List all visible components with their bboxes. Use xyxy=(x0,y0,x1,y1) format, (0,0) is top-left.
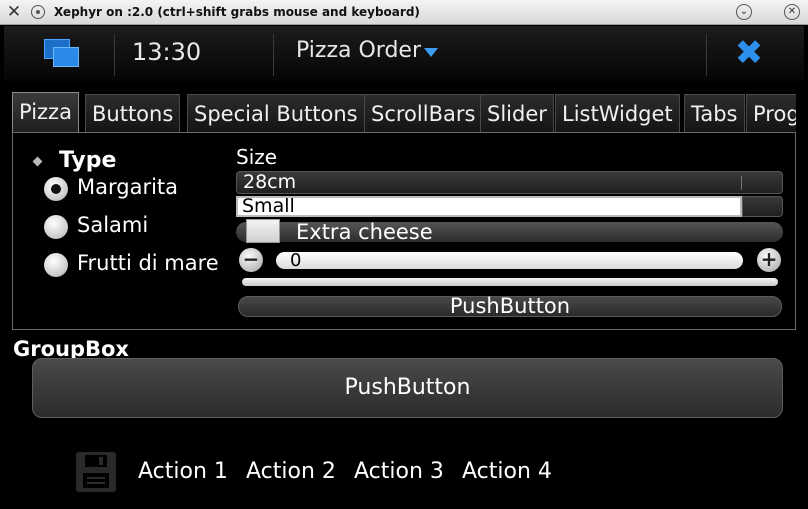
combo-divider xyxy=(741,176,742,190)
save-icon[interactable] xyxy=(76,452,116,492)
menu-dropdown-icon[interactable] xyxy=(424,48,438,57)
clock: 13:30 xyxy=(132,38,202,66)
tab-buttons[interactable]: Buttons xyxy=(85,94,181,132)
tab-tabs[interactable]: Tabs xyxy=(684,94,745,132)
action-4[interactable]: Action 4 xyxy=(462,459,552,484)
window-menu-button[interactable] xyxy=(31,5,45,19)
extra-cheese-label: Extra cheese xyxy=(296,220,433,244)
spin-decrement-button[interactable]: − xyxy=(239,248,263,272)
tab-pizza[interactable]: Pizza xyxy=(12,92,79,133)
extra-cheese-checkbox[interactable] xyxy=(246,219,280,243)
slider-track[interactable] xyxy=(242,278,778,286)
size-combobox[interactable]: 28cm xyxy=(236,171,783,194)
radio-label: Margarita xyxy=(77,175,179,199)
radio-unchecked-icon[interactable] xyxy=(44,253,68,277)
action-1[interactable]: Action 1 xyxy=(138,459,228,484)
radio-checked-icon[interactable] xyxy=(44,177,68,201)
spinbox-field[interactable]: 0 xyxy=(276,252,743,270)
tab-slider[interactable]: Slider xyxy=(480,94,554,132)
tab-prog[interactable]: Prog xyxy=(746,94,796,132)
status-bar: 13:30 Pizza Order ✖ xyxy=(4,26,804,81)
task-switcher-icon[interactable] xyxy=(44,39,80,69)
size-line-edit[interactable]: Small xyxy=(236,196,742,217)
app-title-menu[interactable]: Pizza Order xyxy=(296,38,421,63)
window-close-button[interactable]: ✕ xyxy=(784,4,800,20)
tab-scrollbars[interactable]: ScrollBars xyxy=(364,94,483,132)
line-edit-tail xyxy=(742,196,783,217)
tab-special-buttons[interactable]: Special Buttons xyxy=(187,94,365,132)
radio-label: Frutti di mare xyxy=(77,251,219,275)
size-label: Size xyxy=(236,145,278,169)
radio-unchecked-icon[interactable] xyxy=(44,215,68,239)
tab-bar: Pizza Buttons Special Buttons ScrollBars… xyxy=(12,92,796,133)
size-combobox-value: 28cm xyxy=(243,171,297,193)
action-2[interactable]: Action 2 xyxy=(246,459,336,484)
close-app-icon[interactable]: ✖ xyxy=(732,36,766,70)
push-button-small[interactable]: PushButton xyxy=(238,296,782,317)
x-logo-icon: ✕ xyxy=(6,2,22,22)
status-separator xyxy=(114,34,115,76)
radio-label: Salami xyxy=(77,213,149,237)
tab-listwidget[interactable]: ListWidget xyxy=(555,94,680,132)
action-3[interactable]: Action 3 xyxy=(354,459,444,484)
xephyr-titlebar: ✕ Xephyr on :2.0 (ctrl+shift grabs mouse… xyxy=(0,0,808,25)
status-separator xyxy=(706,34,707,76)
window-title: Xephyr on :2.0 (ctrl+shift grabs mouse a… xyxy=(54,5,420,19)
groupbox-title: GroupBox xyxy=(13,337,129,358)
spin-increment-button[interactable]: + xyxy=(757,248,781,272)
minimize-button[interactable]: ⌄ xyxy=(736,4,752,20)
status-separator xyxy=(273,34,274,76)
push-button-large[interactable]: PushButton xyxy=(32,358,783,418)
